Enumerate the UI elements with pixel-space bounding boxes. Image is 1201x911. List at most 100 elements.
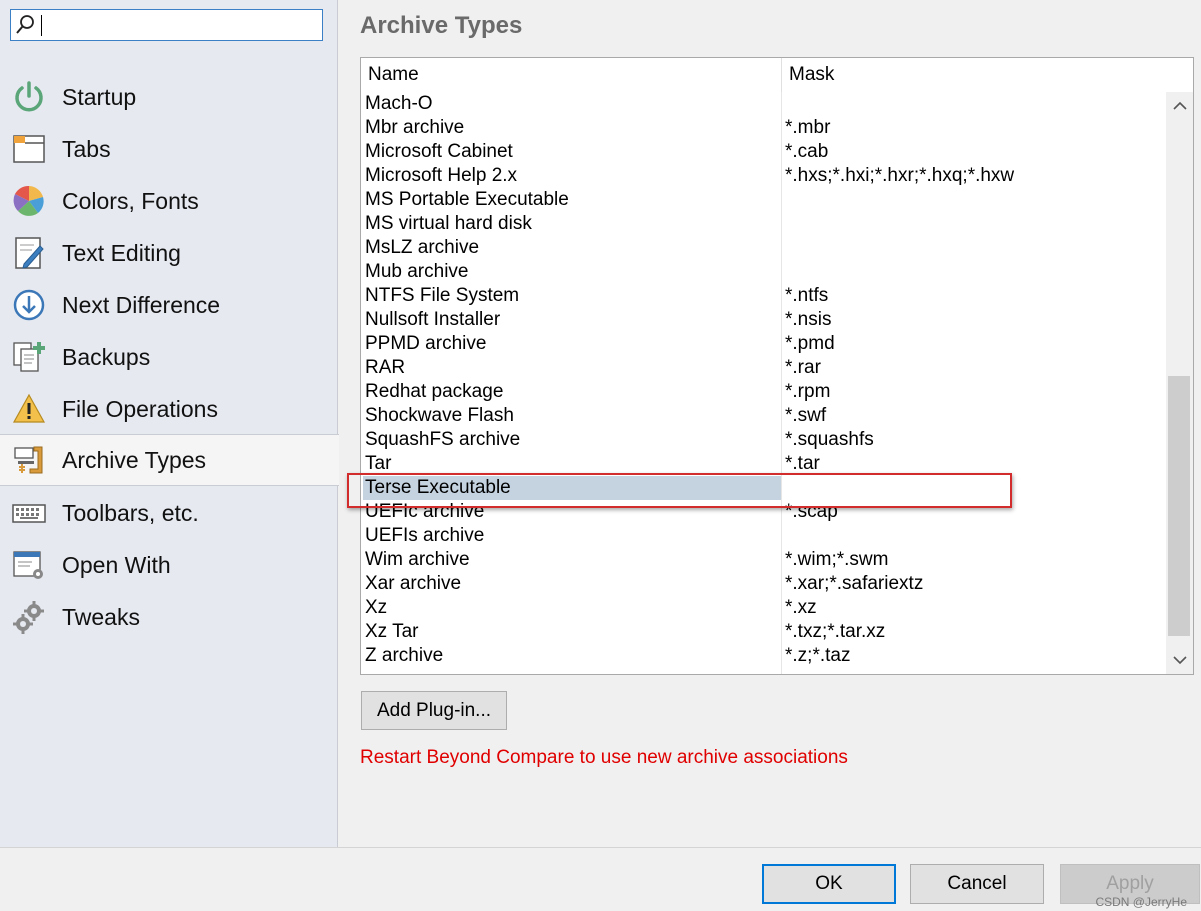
table-row[interactable]: RAR *.rar <box>361 356 1166 380</box>
table-row[interactable]: Nullsoft Installer *.nsis <box>361 308 1166 332</box>
sidebar-item-file-operations[interactable]: File Operations <box>0 383 338 435</box>
cell-name: UEFIs archive <box>365 525 485 546</box>
table-row[interactable]: Z archive *.z;*.taz <box>361 644 1166 668</box>
sidebar-item-startup[interactable]: Startup <box>0 71 338 123</box>
cell-name: PPMD archive <box>365 333 487 354</box>
sidebar-item-toolbars[interactable]: Toolbars, etc. <box>0 487 338 539</box>
table-row-selected[interactable]: Terse Executable <box>361 476 1166 500</box>
table-row[interactable]: UEFIs archive <box>361 524 1166 548</box>
cell-name: Wim archive <box>365 549 470 570</box>
sidebar-item-label: File Operations <box>62 395 218 422</box>
cell-name: RAR <box>365 357 406 378</box>
table-row[interactable]: MS virtual hard disk <box>361 212 1166 236</box>
search-icon <box>16 15 34 34</box>
ok-button[interactable]: OK <box>762 864 896 904</box>
add-plugin-button[interactable]: Add Plug-in... <box>361 691 507 730</box>
column-header-name[interactable]: Name <box>361 58 419 92</box>
sidebar-item-next-difference[interactable]: Next Difference <box>0 279 338 331</box>
scroll-thumb[interactable] <box>1168 376 1190 636</box>
table-row[interactable]: MS Portable Executable <box>361 188 1166 212</box>
cell-mask: *.mbr <box>785 117 831 138</box>
cell-name: Mbr archive <box>365 117 465 138</box>
table-row[interactable]: Wim archive *.wim;*.swm <box>361 548 1166 572</box>
table-row[interactable]: Shockwave Flash *.swf <box>361 404 1166 428</box>
cell-name: Xz <box>365 597 388 618</box>
archive-types-list[interactable]: Name Mask Mach-O Mbr archive *.mbr Microsof… <box>360 57 1194 675</box>
sidebar-item-archive-types[interactable]: Archive Types <box>0 434 339 486</box>
text-caret <box>41 15 42 36</box>
cell-name: SquashFS archive <box>365 429 521 450</box>
palette-icon <box>10 182 48 220</box>
table-row[interactable]: UEFIc archive *.scap <box>361 500 1166 524</box>
archive-clamp-icon <box>10 441 48 479</box>
sidebar-item-tabs[interactable]: Tabs <box>0 123 338 175</box>
sidebar-item-label: Tweaks <box>62 603 140 630</box>
scroll-up-button[interactable] <box>1166 92 1193 120</box>
sidebar-item-label: Colors, Fonts <box>62 187 199 214</box>
scroll-down-button[interactable] <box>1166 646 1193 674</box>
cell-mask: *.xar;*.safariextz <box>785 573 924 594</box>
table-row[interactable]: Xz Tar *.txz;*.tar.xz <box>361 620 1166 644</box>
restart-warning-message: Restart Beyond Compare to use new archiv… <box>360 747 848 768</box>
sidebar-item-tweaks[interactable]: Tweaks <box>0 591 338 643</box>
vertical-scrollbar[interactable] <box>1166 92 1193 674</box>
table-row[interactable]: Microsoft Cabinet *.cab <box>361 140 1166 164</box>
cell-name: Mach-O <box>365 93 433 114</box>
cell-name: MS virtual hard disk <box>365 213 532 234</box>
sidebar-item-label: Open With <box>62 551 171 578</box>
sidebar-item-colors-fonts[interactable]: Colors, Fonts <box>0 175 338 227</box>
cell-mask: *.rar <box>785 357 821 378</box>
cell-name: Redhat package <box>365 381 504 402</box>
sidebar-item-open-with[interactable]: Open With <box>0 539 338 591</box>
cell-mask: *.hxs;*.hxi;*.hxr;*.hxq;*.hxw <box>785 165 1015 186</box>
sidebar-item-text-editing[interactable]: Text Editing <box>0 227 338 279</box>
table-row[interactable]: Redhat package *.rpm <box>361 380 1166 404</box>
cell-mask: *.squashfs <box>785 429 874 450</box>
open-with-icon <box>10 546 48 584</box>
table-row[interactable]: Xz *.xz <box>361 596 1166 620</box>
table-row[interactable]: Mub archive <box>361 260 1166 284</box>
table-row[interactable]: Mbr archive *.mbr <box>361 116 1166 140</box>
cell-name: Terse Executable <box>365 477 511 498</box>
cancel-button[interactable]: Cancel <box>910 864 1044 904</box>
sidebar-item-label: Tabs <box>62 135 111 162</box>
cell-name: MS Portable Executable <box>365 189 569 210</box>
table-row[interactable]: PPMD archive *.pmd <box>361 332 1166 356</box>
cell-mask: *.scap <box>785 501 838 522</box>
table-row[interactable]: Microsoft Help 2.x *.hxs;*.hxi;*.hxr;*.hx… <box>361 164 1166 188</box>
table-row[interactable]: Tar *.tar <box>361 452 1166 476</box>
table-row[interactable]: SquashFS archive *.squashfs <box>361 428 1166 452</box>
arrow-down-circle-icon <box>10 286 48 324</box>
cell-name: Xar archive <box>365 573 462 594</box>
sidebar-item-label: Toolbars, etc. <box>62 499 199 526</box>
cell-mask: *.ntfs <box>785 285 829 306</box>
chevron-up-icon <box>1172 101 1187 110</box>
column-header-mask[interactable]: Mask <box>782 58 834 92</box>
table-row[interactable]: MsLZ archive <box>361 236 1166 260</box>
cell-mask: *.txz;*.tar.xz <box>785 621 886 642</box>
power-icon <box>10 78 48 116</box>
sidebar: Startup Tabs Colors, Fonts Text Editing <box>0 0 339 847</box>
table-row[interactable]: Xar archive *.xar;*.safariextz <box>361 572 1166 596</box>
list-header: Name Mask <box>361 58 1193 92</box>
cell-mask: *.xz <box>785 597 817 618</box>
cell-name: Microsoft Help 2.x <box>365 165 518 186</box>
edit-document-icon <box>10 234 48 272</box>
sidebar-item-label: Backups <box>62 343 151 370</box>
sidebar-item-label: Archive Types <box>62 446 207 473</box>
sidebar-item-backups[interactable]: Backups <box>0 331 338 383</box>
cell-mask: *.swf <box>785 405 827 426</box>
sidebar-item-label: Text Editing <box>62 239 181 266</box>
watermark: CSDN @JerryHe <box>1095 895 1187 909</box>
sidebar-item-label: Next Difference <box>62 291 221 318</box>
table-row[interactable]: NTFS File System *.ntfs <box>361 284 1166 308</box>
cell-name: Tar <box>365 453 392 474</box>
search-input[interactable] <box>10 9 323 41</box>
cell-name: MsLZ archive <box>365 237 480 258</box>
dialog-button-bar: OK Cancel Apply CSDN @JerryHe <box>0 847 1201 911</box>
cell-name: Mub archive <box>365 261 469 282</box>
table-row[interactable]: Mach-O <box>361 92 1166 116</box>
chevron-down-icon <box>1172 656 1187 665</box>
sidebar-item-label: Startup <box>62 83 137 110</box>
gears-icon <box>10 598 48 636</box>
